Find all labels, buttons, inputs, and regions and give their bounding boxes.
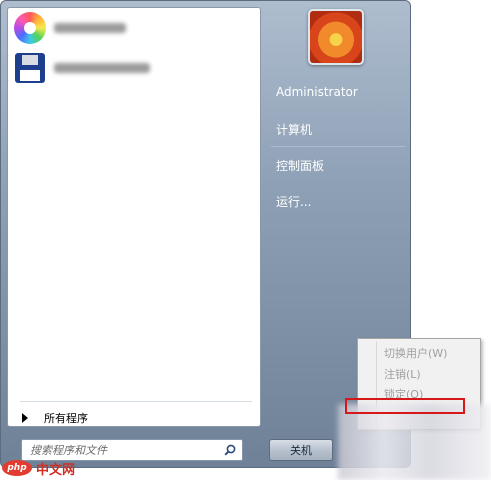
watermark-text: 中文网: [36, 462, 76, 478]
user-name-link[interactable]: Administrator: [276, 85, 358, 99]
php-logo-icon: php: [2, 460, 32, 476]
run-link[interactable]: 运行...: [276, 193, 311, 210]
user-avatar[interactable]: [308, 9, 364, 65]
search-icon[interactable]: [224, 444, 236, 456]
separator: [20, 401, 252, 402]
watermark: php 中文网: [2, 458, 75, 478]
floppy-icon: [15, 53, 45, 83]
all-programs-button[interactable]: 所有程序: [22, 408, 88, 428]
program-item[interactable]: [12, 10, 256, 46]
program-label: [54, 23, 126, 33]
shutdown-button[interactable]: 关机: [269, 439, 333, 461]
search-input[interactable]: [30, 443, 216, 457]
separator: [271, 146, 405, 147]
menu-item-switch-user[interactable]: 切换用户(W): [384, 345, 447, 361]
menu-item-logoff[interactable]: 注销(L): [384, 366, 421, 382]
program-item[interactable]: [12, 50, 256, 86]
left-pane: 所有程序: [7, 7, 261, 427]
program-label: [54, 63, 150, 73]
all-programs-label: 所有程序: [44, 412, 88, 425]
computer-link[interactable]: 计算机: [276, 121, 312, 138]
colorwheel-icon: [14, 12, 46, 44]
highlight-box: [345, 398, 465, 414]
blurred-area: [338, 404, 491, 480]
arrow-right-icon: [22, 413, 28, 423]
control-panel-link[interactable]: 控制面板: [276, 157, 324, 174]
